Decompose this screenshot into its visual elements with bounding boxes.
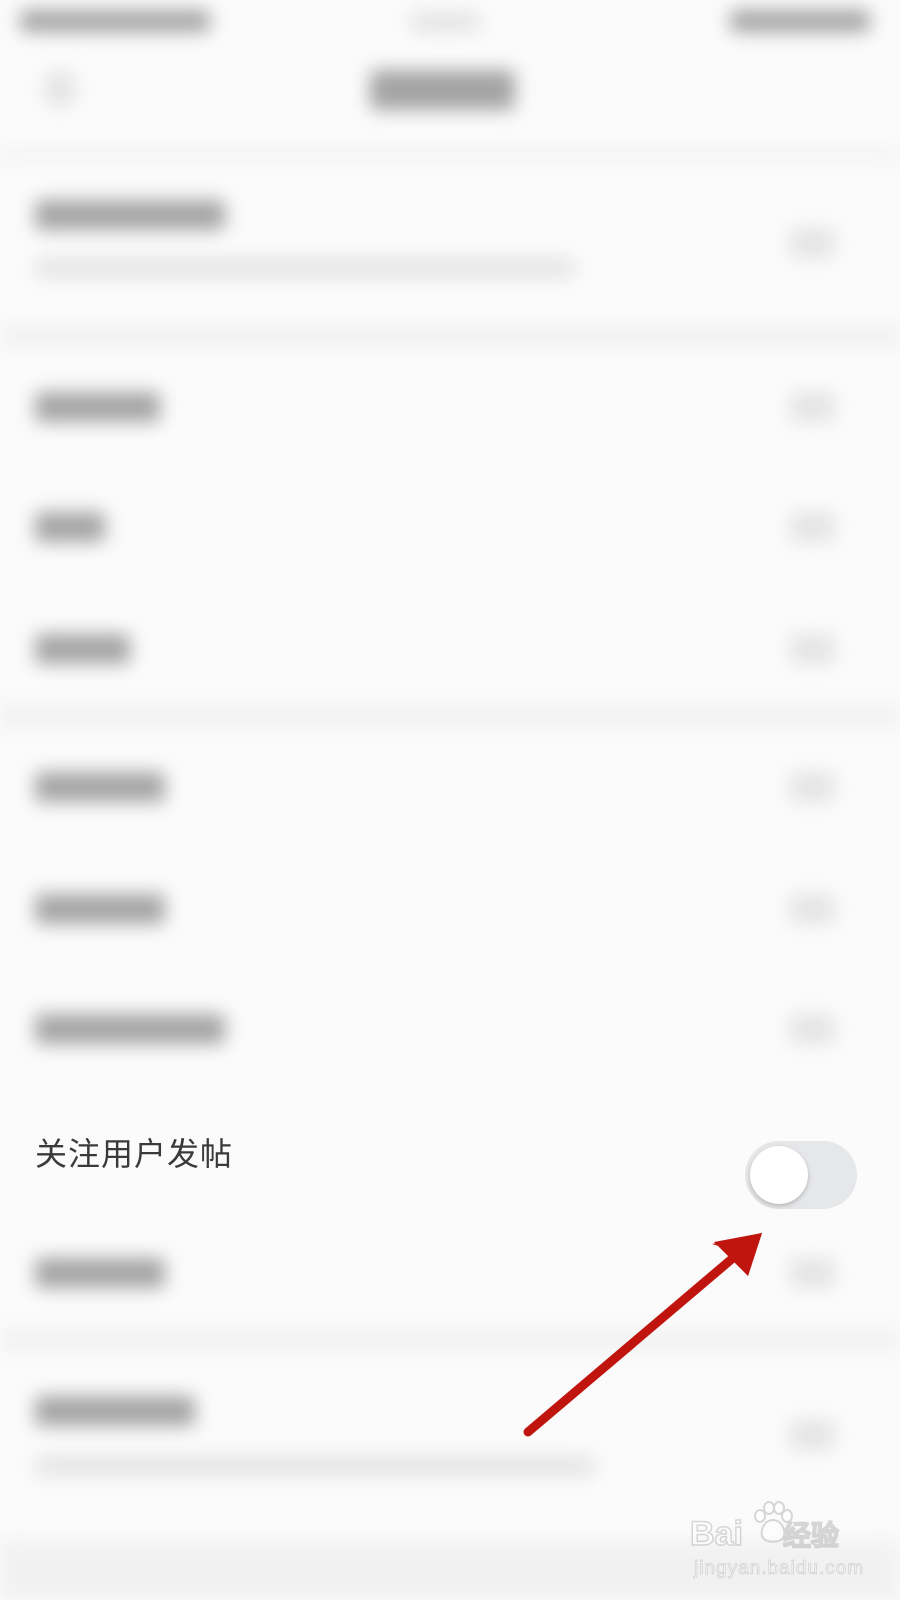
baidu-paw-icon	[754, 1501, 793, 1543]
blurred-background	[0, 0, 900, 1600]
toggle-knob	[750, 1146, 808, 1204]
watermark-url: jingyan.baidu.com	[694, 1558, 865, 1580]
followed-user-posts-toggle[interactable]	[745, 1141, 857, 1209]
setting-label: 关注用户发帖	[35, 1135, 234, 1173]
settings-screen: 关注用户发帖 Bai 经验 jingyan.baidu.com	[0, 0, 900, 1600]
baidu-jingyan-watermark: Bai 经验 jingyan.baidu.com	[689, 1500, 870, 1590]
